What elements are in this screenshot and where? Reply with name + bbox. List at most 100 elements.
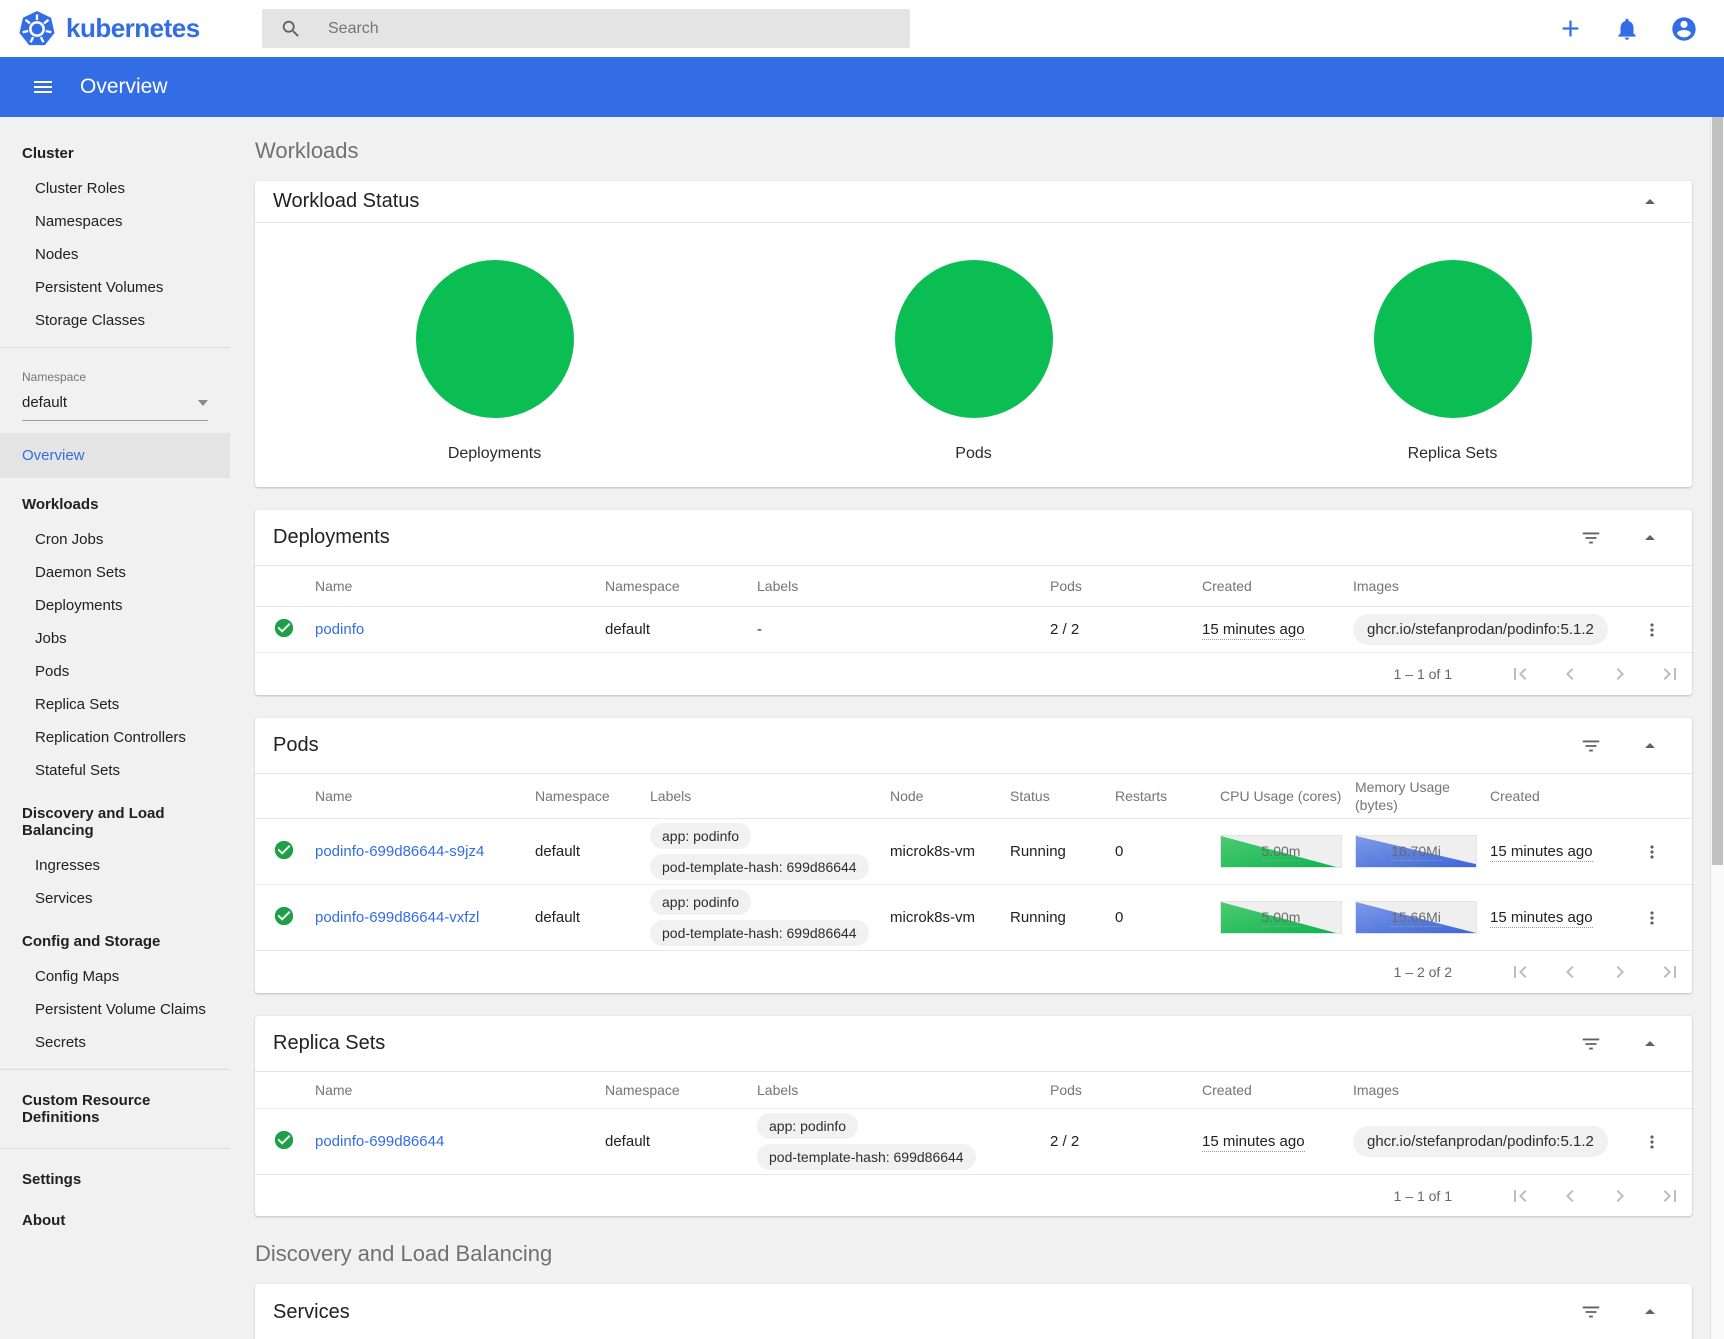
sidebar-divider xyxy=(0,1148,230,1149)
sidebar-item-daemon-sets[interactable]: Daemon Sets xyxy=(0,556,230,589)
collapse-button[interactable] xyxy=(1638,1032,1662,1056)
scrollbar-thumb[interactable] xyxy=(1712,117,1723,865)
services-card: Services xyxy=(255,1284,1692,1339)
sidebar-item-replica-sets[interactable]: Replica Sets xyxy=(0,688,230,721)
next-page-button[interactable] xyxy=(1608,1184,1632,1208)
label-chip: pod-template-hash: 699d86644 xyxy=(757,1144,976,1170)
column-header-created: Created xyxy=(1490,787,1630,805)
sidebar-item-settings[interactable]: Settings xyxy=(0,1159,230,1200)
sidebar-item-persistent-volume-claims[interactable]: Persistent Volume Claims xyxy=(0,993,230,1026)
chevron-right-icon xyxy=(1608,960,1632,984)
sidebar-heading-workloads[interactable]: Workloads xyxy=(0,486,230,523)
sidebar-heading-config-storage[interactable]: Config and Storage xyxy=(0,923,230,960)
next-page-button[interactable] xyxy=(1608,662,1632,686)
check-circle-icon xyxy=(273,905,295,927)
status-cell: Running xyxy=(1010,843,1115,860)
row-menu-button[interactable] xyxy=(1642,842,1662,862)
filter-button[interactable] xyxy=(1580,1301,1602,1323)
prev-page-button[interactable] xyxy=(1558,662,1582,686)
check-circle-icon xyxy=(273,1129,295,1151)
node-cell: microk8s-vm xyxy=(890,909,1010,926)
namespace-cell: default xyxy=(605,621,757,638)
pods-card: Pods Name Namespace Labels xyxy=(255,718,1692,993)
sidebar: Cluster Cluster Roles Namespaces Nodes P… xyxy=(0,117,230,1339)
create-button[interactable] xyxy=(1557,15,1584,42)
sidebar-item-jobs[interactable]: Jobs xyxy=(0,622,230,655)
sidebar-item-ingresses[interactable]: Ingresses xyxy=(0,849,230,882)
sidebar-item-namespaces[interactable]: Namespaces xyxy=(0,205,230,238)
check-circle-icon xyxy=(273,839,295,861)
search-input[interactable] xyxy=(328,20,808,38)
sidebar-heading-cluster[interactable]: Cluster xyxy=(0,135,230,172)
sidebar-item-replication-controllers[interactable]: Replication Controllers xyxy=(0,721,230,754)
kubernetes-logo[interactable]: kubernetes xyxy=(18,10,200,48)
sidebar-item-services[interactable]: Services xyxy=(0,882,230,915)
sidebar-item-custom-resource-definitions[interactable]: Custom Resource Definitions xyxy=(0,1080,230,1138)
last-page-button[interactable] xyxy=(1658,662,1682,686)
pod-name-link[interactable]: podinfo-699d86644-s9jz4 xyxy=(315,843,484,860)
last-page-button[interactable] xyxy=(1658,1184,1682,1208)
sidebar-item-overview[interactable]: Overview xyxy=(0,433,230,478)
chevron-left-icon xyxy=(1558,662,1582,686)
filter-button[interactable] xyxy=(1580,735,1602,757)
scrollbar[interactable] xyxy=(1710,117,1724,1339)
filter-button[interactable] xyxy=(1580,1033,1602,1055)
sidebar-item-cron-jobs[interactable]: Cron Jobs xyxy=(0,523,230,556)
sidebar-heading-discovery[interactable]: Discovery and Load Balancing xyxy=(0,795,230,849)
first-page-button[interactable] xyxy=(1508,662,1532,686)
chevron-left-icon xyxy=(1558,960,1582,984)
column-header-images: Images xyxy=(1353,578,1630,594)
memory-usage-sparkline: 15.66Mi xyxy=(1355,901,1477,934)
notifications-button[interactable] xyxy=(1614,16,1640,42)
sidebar-item-persistent-volumes[interactable]: Persistent Volumes xyxy=(0,271,230,304)
main-content: Workloads Workload Status Deployments xyxy=(230,117,1724,1339)
collapse-button[interactable] xyxy=(1638,190,1662,214)
sidebar-item-pods[interactable]: Pods xyxy=(0,655,230,688)
namespace-cell: default xyxy=(535,843,650,860)
deployments-table-header: Name Namespace Labels Pods Created Image… xyxy=(255,566,1692,606)
sidebar-item-cluster-roles[interactable]: Cluster Roles xyxy=(0,172,230,205)
menu-button[interactable] xyxy=(31,75,55,99)
pods-cell: 2 / 2 xyxy=(1050,621,1202,638)
sidebar-item-config-maps[interactable]: Config Maps xyxy=(0,960,230,993)
column-header-images: Images xyxy=(1353,1082,1630,1098)
namespace-select[interactable]: default xyxy=(22,394,208,421)
column-header-labels: Labels xyxy=(757,578,1050,594)
created-relative-time: 15 minutes ago xyxy=(1490,843,1593,862)
row-menu-button[interactable] xyxy=(1642,620,1662,640)
first-page-button[interactable] xyxy=(1508,1184,1532,1208)
collapse-button[interactable] xyxy=(1638,526,1662,550)
sidebar-item-about[interactable]: About xyxy=(0,1200,230,1241)
search-bar[interactable] xyxy=(262,9,910,48)
pod-name-link[interactable]: podinfo-699d86644-vxfzl xyxy=(315,909,479,926)
deployments-pagination: 1 – 1 of 1 xyxy=(255,652,1692,695)
prev-page-button[interactable] xyxy=(1558,960,1582,984)
arrow-up-icon xyxy=(1638,1300,1662,1324)
replica-set-name-link[interactable]: podinfo-699d86644 xyxy=(315,1133,444,1150)
column-header-namespace: Namespace xyxy=(605,578,757,594)
account-button[interactable] xyxy=(1670,15,1698,43)
last-page-button[interactable] xyxy=(1658,960,1682,984)
row-menu-button[interactable] xyxy=(1642,908,1662,928)
replica-sets-pagination: 1 – 1 of 1 xyxy=(255,1174,1692,1216)
sidebar-item-nodes[interactable]: Nodes xyxy=(0,238,230,271)
deployment-name-link[interactable]: podinfo xyxy=(315,621,364,638)
collapse-button[interactable] xyxy=(1638,734,1662,758)
column-header-pods: Pods xyxy=(1050,1082,1202,1098)
sidebar-item-deployments[interactable]: Deployments xyxy=(0,589,230,622)
row-menu-button[interactable] xyxy=(1642,1132,1662,1152)
column-header-status: Status xyxy=(1010,787,1115,805)
search-icon xyxy=(280,18,302,40)
collapse-button[interactable] xyxy=(1638,1300,1662,1324)
sidebar-item-stateful-sets[interactable]: Stateful Sets xyxy=(0,754,230,787)
sidebar-item-storage-classes[interactable]: Storage Classes xyxy=(0,304,230,337)
kebab-menu-icon xyxy=(1642,908,1662,928)
sidebar-divider xyxy=(0,1069,230,1070)
next-page-button[interactable] xyxy=(1608,960,1632,984)
prev-page-button[interactable] xyxy=(1558,1184,1582,1208)
first-page-button[interactable] xyxy=(1508,960,1532,984)
pods-table-header: Name Namespace Labels Node Status Restar… xyxy=(255,774,1692,818)
sidebar-item-secrets[interactable]: Secrets xyxy=(0,1026,230,1059)
arrow-up-icon xyxy=(1638,526,1662,550)
filter-button[interactable] xyxy=(1580,527,1602,549)
